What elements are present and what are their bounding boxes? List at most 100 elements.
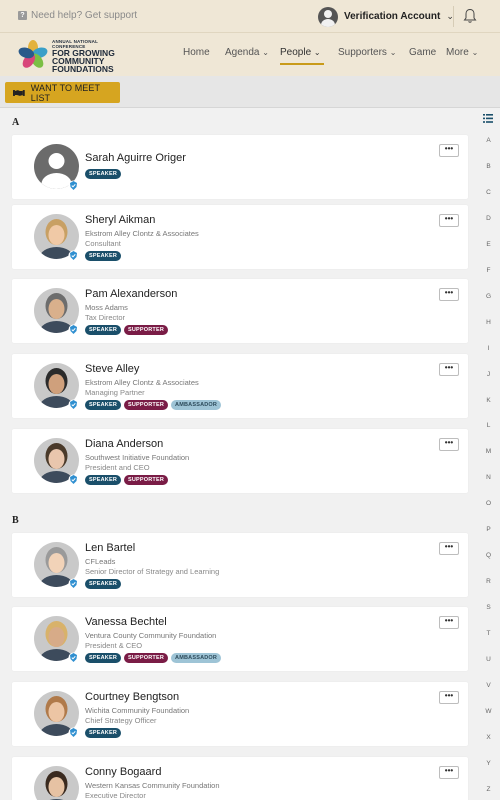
- person-name[interactable]: Sheryl Aikman: [85, 214, 155, 226]
- top-bar: ? Need help? Get support Verification Ac…: [0, 0, 500, 33]
- more-options-button[interactable]: •••: [439, 214, 459, 227]
- alphabet-letter[interactable]: T: [477, 630, 500, 637]
- nav-supporters[interactable]: Supporters ⌄: [338, 47, 396, 58]
- alphabet-letter[interactable]: A: [477, 137, 500, 144]
- account-menu[interactable]: Verification Account ⌄: [318, 6, 454, 27]
- bell-icon[interactable]: [463, 8, 477, 24]
- person-card[interactable]: Sarah Aguirre Origer SPEAKER •••: [12, 135, 468, 199]
- person-card[interactable]: Vanessa Bechtel Ventura County Community …: [12, 607, 468, 671]
- alphabet-letter[interactable]: E: [477, 241, 500, 248]
- person-name[interactable]: Diana Anderson: [85, 438, 163, 450]
- person-name[interactable]: Pam Alexanderson: [85, 288, 177, 300]
- speaker-badge: SPEAKER: [85, 579, 121, 589]
- alphabet-letter[interactable]: J: [477, 371, 500, 378]
- alphabet-letter[interactable]: Q: [477, 552, 500, 559]
- badge-group: SPEAKER: [85, 579, 121, 589]
- person-title: Chief Strategy Officer: [85, 716, 157, 725]
- person-organization: Wichita Community Foundation: [85, 706, 190, 715]
- more-options-button[interactable]: •••: [439, 288, 459, 301]
- person-card[interactable]: Diana Anderson Southwest Initiative Found…: [12, 429, 468, 493]
- person-name[interactable]: Conny Bogaard: [85, 766, 161, 778]
- handshake-icon: [13, 89, 25, 96]
- alphabet-letter[interactable]: X: [477, 734, 500, 741]
- alphabet-letter[interactable]: Y: [477, 760, 500, 767]
- more-options-button[interactable]: •••: [439, 438, 459, 451]
- logo-line-3: FOUNDATIONS: [52, 64, 114, 74]
- person-card[interactable]: Steve Alley Ekstrom Alley Clontz & Associ…: [12, 354, 468, 418]
- verified-check-icon: [68, 578, 79, 589]
- person-card[interactable]: Sheryl Aikman Ekstrom Alley Clontz & Asso…: [12, 205, 468, 269]
- people-list[interactable]: A Sarah Aguirre Origer SPEAKER ••• Sheryl Ai…: [0, 109, 477, 800]
- alphabet-letter[interactable]: R: [477, 578, 500, 585]
- person-organization: CFLeads: [85, 557, 116, 566]
- want-to-meet-button[interactable]: WANT TO MEET LIST: [5, 82, 120, 103]
- speaker-badge: SPEAKER: [85, 728, 121, 738]
- badge-group: SPEAKER SUPPORTER AMBASSADOR: [85, 400, 222, 410]
- person-name[interactable]: Vanessa Bechtel: [85, 616, 167, 628]
- ambassador-badge: AMBASSADOR: [171, 400, 222, 410]
- alphabet-letter[interactable]: P: [477, 526, 500, 533]
- verified-check-icon: [68, 250, 79, 261]
- nav-people[interactable]: People ⌄: [280, 47, 324, 65]
- more-options-button[interactable]: •••: [439, 691, 459, 704]
- person-card[interactable]: Len Bartel CFLeads Senior Director of Stra…: [12, 533, 468, 597]
- conference-logo[interactable]: ANNUAL NATIONAL CONFERENCE FOR GROWING C…: [18, 38, 128, 74]
- alphabet-letter[interactable]: F: [477, 267, 500, 274]
- nav-home-label: Home: [183, 47, 210, 58]
- alphabet-letter[interactable]: K: [477, 397, 500, 404]
- more-options-button[interactable]: •••: [439, 616, 459, 629]
- help-link[interactable]: ? Need help? Get support: [18, 10, 137, 21]
- supporter-badge: SUPPORTER: [124, 400, 169, 410]
- speaker-badge: SPEAKER: [85, 400, 121, 410]
- verified-check-icon: [68, 727, 79, 738]
- person-organization: Ekstrom Alley Clontz & Associates: [85, 229, 199, 238]
- alphabet-letter[interactable]: I: [477, 345, 500, 352]
- divider: [453, 6, 454, 27]
- alphabet-letter[interactable]: C: [477, 189, 500, 196]
- nav-home[interactable]: Home: [183, 47, 210, 58]
- verified-check-icon: [68, 474, 79, 485]
- main-nav: ANNUAL NATIONAL CONFERENCE FOR GROWING C…: [0, 33, 500, 76]
- alphabet-letter[interactable]: B: [477, 163, 500, 170]
- nav-agenda[interactable]: Agenda ⌄: [225, 47, 269, 58]
- more-options-button[interactable]: •••: [439, 363, 459, 376]
- person-name[interactable]: Courtney Bengtson: [85, 691, 179, 703]
- nav-more[interactable]: More ⌄: [446, 47, 478, 58]
- person-name[interactable]: Steve Alley: [85, 363, 139, 375]
- alphabet-letter[interactable]: Z: [477, 786, 500, 793]
- person-card[interactable]: Pam Alexanderson Moss Adams Tax Director SP…: [12, 279, 468, 343]
- more-options-button[interactable]: •••: [439, 542, 459, 555]
- more-options-button[interactable]: •••: [439, 766, 459, 779]
- person-name[interactable]: Len Bartel: [85, 542, 135, 554]
- alphabet-letter[interactable]: S: [477, 604, 500, 611]
- verified-check-icon: [68, 652, 79, 663]
- alphabet-letter[interactable]: V: [477, 682, 500, 689]
- chevron-down-icon: ⌄: [313, 48, 321, 57]
- verified-check-icon: [68, 180, 79, 191]
- section-letter: B: [12, 515, 19, 526]
- alphabet-letter[interactable]: D: [477, 215, 500, 222]
- nav-game[interactable]: Game: [409, 47, 436, 58]
- nav-agenda-label: Agenda: [225, 47, 260, 58]
- alphabet-letter[interactable]: M: [477, 448, 500, 455]
- nav-game-label: Game: [409, 47, 437, 58]
- alphabet-letter[interactable]: N: [477, 474, 500, 481]
- speaker-badge: SPEAKER: [85, 169, 121, 179]
- list-view-icon[interactable]: [483, 114, 493, 123]
- alphabet-letter[interactable]: O: [477, 500, 500, 507]
- person-card[interactable]: Conny Bogaard Western Kansas Community Fo…: [12, 757, 468, 800]
- alphabet-letter[interactable]: G: [477, 293, 500, 300]
- alphabet-letter[interactable]: U: [477, 656, 500, 663]
- alphabet-letter[interactable]: W: [477, 708, 500, 715]
- alphabet-letter[interactable]: L: [477, 422, 500, 429]
- more-options-button[interactable]: •••: [439, 144, 459, 157]
- alphabet-letter[interactable]: H: [477, 319, 500, 326]
- person-name[interactable]: Sarah Aguirre Origer: [85, 152, 186, 164]
- chevron-down-icon: ⌄: [389, 48, 397, 57]
- person-organization: Ekstrom Alley Clontz & Associates: [85, 378, 199, 387]
- person-organization: Moss Adams: [85, 303, 128, 312]
- nav-people-label: People: [280, 47, 312, 58]
- person-card[interactable]: Courtney Bengtson Wichita Community Found…: [12, 682, 468, 746]
- alphabet-index: A B C D E F G H I J K L M N O P Q R S T U V W X Y Z: [477, 109, 500, 800]
- person-title: Executive Director: [85, 791, 146, 800]
